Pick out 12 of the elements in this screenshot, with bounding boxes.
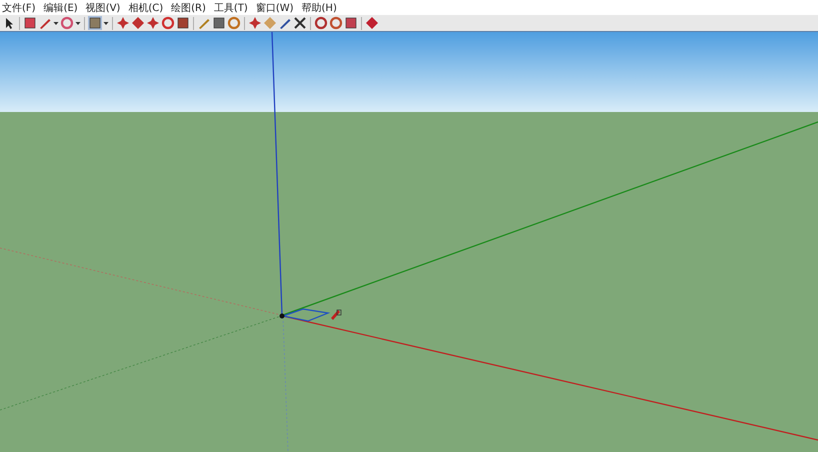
menu-item[interactable]: 文件(F) (2, 2, 36, 14)
rectangle-tool-icon[interactable] (88, 16, 102, 30)
menu-item[interactable]: 窗口(W) (256, 2, 294, 14)
origin-point (280, 314, 284, 318)
menu-item[interactable]: 绘图(R) (171, 2, 206, 14)
menu-item[interactable]: 视图(V) (86, 2, 120, 14)
menu-item[interactable]: 帮助(H) (302, 2, 337, 14)
menu-item[interactable]: 工具(T) (214, 2, 248, 14)
zoom-extents-icon[interactable] (293, 16, 307, 30)
menu-item[interactable]: 相机(C) (128, 2, 164, 14)
menu-item[interactable]: 编辑(E) (44, 2, 78, 14)
pencil-cursor-icon (331, 310, 342, 320)
